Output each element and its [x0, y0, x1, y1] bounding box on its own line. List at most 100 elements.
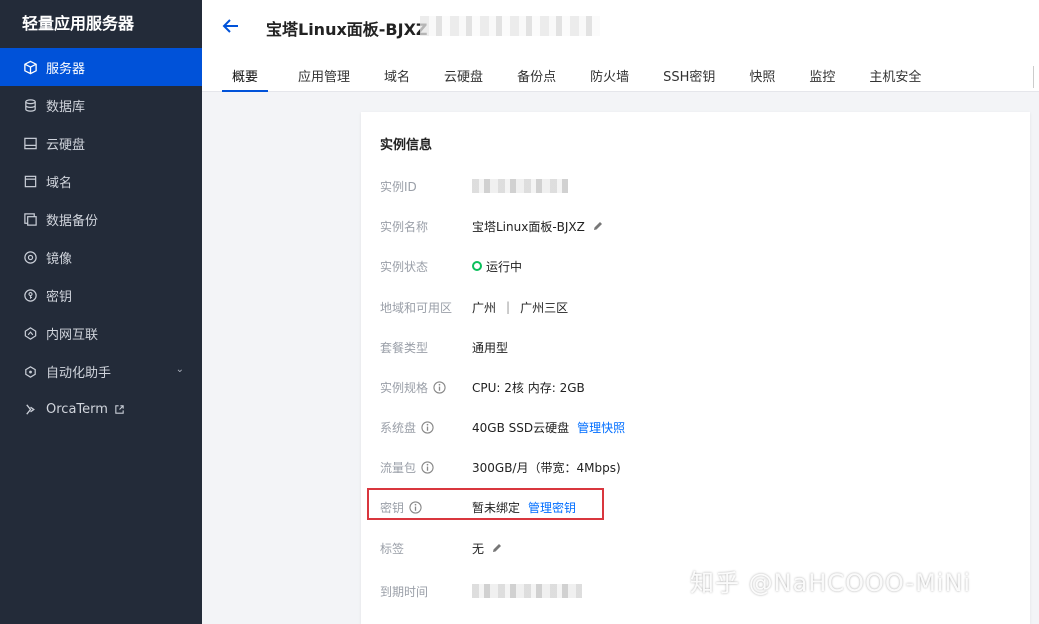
- sidebar-item-server[interactable]: 服务器: [0, 48, 202, 86]
- sidebar-item-label: 镜像: [46, 251, 73, 267]
- tab-ssh-key[interactable]: SSH密钥: [663, 60, 715, 92]
- sidebar-item-key[interactable]: 密钥: [0, 276, 202, 314]
- info-icon[interactable]: [421, 460, 434, 474]
- chevron-down-icon[interactable]: ⌄: [176, 364, 184, 375]
- back-arrow-icon[interactable]: [220, 15, 242, 37]
- edit-pencil-icon[interactable]: [592, 220, 604, 232]
- sidebar-item-backup[interactable]: 数据备份: [0, 200, 202, 238]
- external-link-icon: [114, 404, 125, 415]
- key-icon: [22, 287, 38, 303]
- redacted-instance-id: [420, 16, 600, 36]
- sidebar-item-domain[interactable]: 域名: [0, 162, 202, 200]
- region-text: 广州: [472, 300, 497, 315]
- row-label: 实例状态: [380, 259, 429, 274]
- sidebar-item-label: 服务器: [46, 61, 86, 77]
- sidebar-item-automation[interactable]: 自动化助手 ⌄: [0, 352, 202, 390]
- row-traffic: 流量包 300GB/月（带宽：4Mbps): [380, 457, 621, 477]
- region-separator: |: [506, 300, 511, 314]
- tab-scroll-edge: [1033, 66, 1039, 88]
- row-label: 实例ID: [380, 179, 417, 194]
- info-icon[interactable]: [421, 420, 434, 434]
- disk-value: 40GB SSD云硬盘 管理快照: [472, 419, 625, 436]
- sidebar-item-database[interactable]: 数据库: [0, 86, 202, 124]
- card-title: 实例信息: [380, 138, 433, 153]
- instance-name-text: 宝塔Linux面板-BJXZ: [472, 219, 585, 234]
- row-label-wrap: 系统盘: [380, 419, 472, 436]
- tab-bar: 概要 应用管理 域名 云硬盘 备份点 防火墙 SSH密钥 快照 监控 主机安全: [222, 60, 955, 92]
- database-icon: [22, 97, 38, 113]
- status-value: 运行中: [472, 258, 522, 275]
- tab-domain[interactable]: 域名: [384, 60, 410, 92]
- row-label-wrap: 流量包: [380, 459, 472, 476]
- sidebar-item-label: 数据库: [46, 99, 86, 115]
- redacted-value: [472, 179, 568, 193]
- sidebar-nav: 服务器 数据库 云硬盘 域名 数据备份 镜像 密钥 内网互联 自动化助手 ⌄ O…: [0, 48, 202, 428]
- row-label: 到期时间: [380, 584, 429, 599]
- sidebar-item-image[interactable]: 镜像: [0, 238, 202, 276]
- terminal-icon: [22, 401, 38, 417]
- status-text: 运行中: [486, 259, 523, 274]
- row-label: 标签: [380, 541, 405, 556]
- sidebar-item-label: 数据备份: [46, 213, 99, 229]
- row-region: 地域和可用区 广州 | 广州三区: [380, 297, 568, 317]
- row-label: 系统盘: [380, 420, 417, 435]
- row-instance-spec: 实例规格 CPU: 2核 内存: 2GB: [380, 377, 585, 397]
- backup-icon: [22, 211, 38, 227]
- sidebar-brand: 轻量应用服务器: [22, 14, 135, 33]
- instance-info-card: 实例信息 实例ID 实例名称 宝塔Linux面板-BJXZ 实例状态 运行中 地…: [361, 112, 1030, 624]
- traffic-value: 300GB/月（带宽：4Mbps): [472, 460, 621, 475]
- manage-snapshot-link[interactable]: 管理快照: [577, 419, 625, 436]
- row-instance-id: 实例ID: [380, 176, 568, 196]
- image-icon: [22, 249, 38, 265]
- info-icon[interactable]: [433, 380, 446, 394]
- tab-app-management[interactable]: 应用管理: [298, 60, 350, 92]
- row-label: 流量包: [380, 460, 417, 475]
- tab-cloud-disk[interactable]: 云硬盘: [444, 60, 483, 92]
- row-label-wrap: 实例规格: [380, 379, 472, 396]
- tab-monitor[interactable]: 监控: [809, 60, 835, 92]
- automation-icon: [22, 363, 38, 379]
- cube-icon: [22, 59, 38, 75]
- tab-snapshot[interactable]: 快照: [749, 60, 775, 92]
- row-label: 实例名称: [380, 219, 429, 234]
- page-header: 宝塔Linux面板-BJXZ 概要 应用管理 域名 云硬盘 备份点 防火墙 SS…: [202, 0, 1039, 92]
- tags-value: 无: [472, 540, 503, 557]
- tab-host-security[interactable]: 主机安全: [869, 60, 921, 92]
- row-label: 套餐类型: [380, 340, 429, 355]
- tab-backup-point[interactable]: 备份点: [517, 60, 556, 92]
- tab-firewall[interactable]: 防火墙: [590, 60, 629, 92]
- sidebar-item-network[interactable]: 内网互联: [0, 314, 202, 352]
- running-status-icon: [472, 261, 482, 271]
- sidebar-item-cloud-disk[interactable]: 云硬盘: [0, 124, 202, 162]
- edit-pencil-icon[interactable]: [491, 542, 503, 554]
- region-value: 广州 | 广州三区: [472, 299, 568, 316]
- sidebar-item-label: 域名: [46, 175, 73, 191]
- row-instance-status: 实例状态 运行中: [380, 256, 522, 276]
- disk-text: 40GB SSD云硬盘: [472, 420, 570, 435]
- redacted-value: [472, 584, 582, 598]
- row-plan-type: 套餐类型 通用型: [380, 337, 508, 357]
- disk-icon: [22, 135, 38, 151]
- highlight-box: [367, 488, 604, 520]
- sidebar: 轻量应用服务器 服务器 数据库 云硬盘 域名 数据备份 镜像 密钥 内网互联 自…: [0, 0, 202, 624]
- sidebar-item-label: 云硬盘: [46, 137, 86, 153]
- tags-text: 无: [472, 541, 485, 556]
- plan-value: 通用型: [472, 340, 509, 355]
- watermark: 知乎 @NaHCOOO-MiNi: [690, 569, 972, 597]
- spec-value: CPU: 2核 内存: 2GB: [472, 380, 585, 395]
- row-label: 实例规格: [380, 380, 429, 395]
- page-title: 宝塔Linux面板-BJXZ: [266, 20, 428, 39]
- row-system-disk: 系统盘 40GB SSD云硬盘 管理快照: [380, 417, 625, 437]
- row-expire-time: 到期时间: [380, 581, 582, 601]
- sidebar-item-label: 内网互联: [46, 327, 99, 343]
- sidebar-item-label: 自动化助手: [46, 365, 112, 381]
- domain-icon: [22, 173, 38, 189]
- network-icon: [22, 325, 38, 341]
- zone-text: 广州三区: [520, 300, 569, 315]
- tab-overview[interactable]: 概要: [222, 60, 269, 92]
- row-instance-name: 实例名称 宝塔Linux面板-BJXZ: [380, 216, 604, 236]
- row-label: 地域和可用区: [380, 300, 453, 315]
- sidebar-item-label: 密钥: [46, 289, 73, 305]
- instance-name-value: 宝塔Linux面板-BJXZ: [472, 218, 604, 235]
- sidebar-item-orcaterm[interactable]: OrcaTerm: [0, 390, 202, 428]
